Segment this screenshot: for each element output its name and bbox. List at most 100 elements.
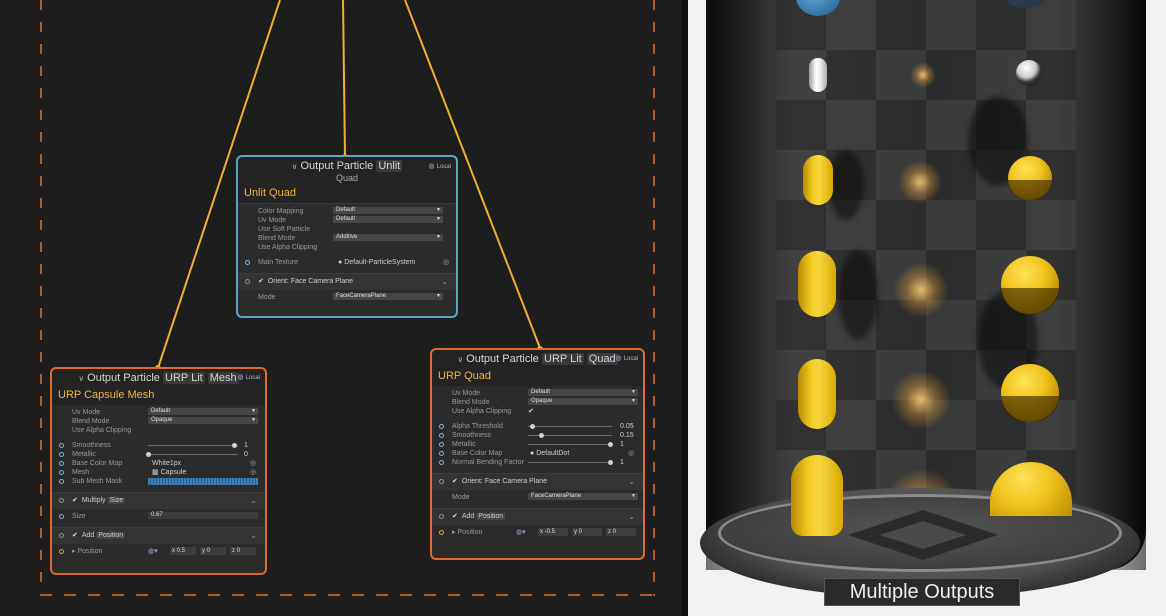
expand-arrow-icon[interactable]: ▸ bbox=[72, 548, 76, 555]
block-enabled-checkbox[interactable]: ✔ bbox=[452, 478, 458, 485]
object-picker-icon[interactable]: ◎ bbox=[250, 459, 256, 468]
position-x-field[interactable]: x 0.5 bbox=[170, 547, 196, 555]
input-port-icon[interactable] bbox=[439, 530, 444, 535]
alpha-threshold-slider[interactable] bbox=[528, 424, 612, 429]
space-dropdown-icon[interactable]: ◍▾ bbox=[148, 547, 158, 556]
block-port-icon[interactable] bbox=[245, 279, 250, 284]
block-orient[interactable]: ✔ Orient: Face Camera Plane ⌄ Mode FaceCam… bbox=[238, 273, 456, 305]
metallic-value[interactable]: 1 bbox=[620, 440, 624, 449]
node-name[interactable]: Unlit Quad bbox=[238, 185, 456, 204]
block-port-icon[interactable] bbox=[439, 479, 444, 484]
base-color-map-field[interactable]: ● DefaultDot bbox=[530, 449, 569, 458]
blend-mode-dropdown[interactable]: Opaque ▼ bbox=[528, 398, 638, 405]
collapse-chevron-icon[interactable]: ∨ bbox=[457, 355, 463, 364]
output-node-unlit-quad[interactable]: ∨ Output Particle Unlit Quad ◍ Local Unlit… bbox=[236, 155, 458, 318]
node-header[interactable]: ∨ Output Particle Unlit Quad ◍ Local bbox=[238, 157, 456, 185]
block-port-icon[interactable] bbox=[59, 498, 64, 503]
collapse-chevron-icon[interactable]: ∨ bbox=[292, 162, 298, 171]
node-name[interactable]: URP Quad bbox=[432, 368, 643, 386]
input-port-icon[interactable] bbox=[59, 452, 64, 457]
position-y-field[interactable]: y 0 bbox=[572, 528, 602, 536]
base-color-map-field[interactable]: White1px bbox=[152, 459, 181, 468]
block-enabled-checkbox[interactable]: ✔ bbox=[72, 532, 78, 539]
vfx-graph-canvas[interactable]: ∨ Output Particle Unlit Quad ◍ Local Unlit… bbox=[0, 0, 688, 616]
color-mapping-dropdown[interactable]: Default ▼ bbox=[333, 207, 443, 214]
expand-chevron-icon[interactable]: ⌄ bbox=[250, 493, 257, 509]
sphere-particle bbox=[1008, 156, 1052, 200]
block-enabled-checkbox[interactable]: ✔ bbox=[452, 513, 458, 520]
position-z-field[interactable]: z 0 bbox=[230, 547, 256, 555]
block-add-position[interactable]: ✔ Add Position ⌄ ▸ Position ◍▾ x -0.5 y 0 … bbox=[432, 508, 643, 541]
block-orient[interactable]: ✔ Orient: Face Camera Plane ⌄ Mode FaceCam… bbox=[432, 473, 643, 505]
input-port-icon[interactable] bbox=[59, 549, 64, 554]
input-port-icon[interactable] bbox=[59, 443, 64, 448]
block-multiply-size[interactable]: ✔ Multiply Size ⌄ Size 0.67 bbox=[52, 492, 265, 524]
setting-alpha-clipping[interactable]: Use Alpha Clipping bbox=[238, 243, 456, 252]
block-enabled-checkbox[interactable]: ✔ bbox=[72, 497, 78, 504]
output-node-urp-quad[interactable]: ∨ Output Particle URP Lit Quad ◍ Local URP… bbox=[430, 348, 645, 560]
orient-mode-dropdown[interactable]: FaceCameraPlane ▼ bbox=[528, 493, 638, 500]
space-toggle[interactable]: ◍ Local bbox=[616, 354, 638, 362]
alpha-clipping-checkbox[interactable]: ✔ bbox=[528, 407, 534, 416]
setting-blend-mode: Blend Mode Opaque ▼ bbox=[72, 417, 258, 425]
input-port-icon[interactable] bbox=[245, 260, 250, 265]
block-port-icon[interactable] bbox=[59, 533, 64, 538]
collapse-chevron-icon[interactable]: ∨ bbox=[78, 374, 84, 383]
block-port-icon[interactable] bbox=[439, 514, 444, 519]
block-enabled-checkbox[interactable]: ✔ bbox=[258, 278, 264, 285]
uv-mode-dropdown[interactable]: Default ▼ bbox=[333, 216, 443, 223]
uv-mode-dropdown[interactable]: Default ▼ bbox=[148, 408, 258, 415]
block-add-position[interactable]: ✔ Add Position ⌄ ▸ Position ◍▾ x 0.5 y 0 z… bbox=[52, 527, 265, 560]
smoothness-value[interactable]: 1 bbox=[244, 441, 248, 450]
space-toggle[interactable]: ◍ Local bbox=[238, 373, 260, 381]
space-toggle[interactable]: ◍ Local bbox=[429, 162, 451, 170]
position-x-field[interactable]: x -0.5 bbox=[538, 528, 568, 536]
setting-alpha-clipping[interactable]: Use Alpha Clipping bbox=[52, 426, 265, 435]
glow-particle bbox=[893, 262, 949, 318]
object-picker-icon[interactable]: ◎ bbox=[250, 468, 256, 477]
input-port-icon[interactable] bbox=[59, 461, 64, 466]
input-port-icon[interactable] bbox=[439, 460, 444, 465]
main-texture-field[interactable]: ● Default-ParticleSystem bbox=[338, 258, 415, 267]
uv-mode-dropdown[interactable]: Default ▼ bbox=[528, 389, 638, 396]
input-port-icon[interactable] bbox=[439, 451, 444, 456]
sub-mesh-mask-bits[interactable] bbox=[148, 478, 258, 485]
space-dropdown-icon[interactable]: ◍▾ bbox=[516, 528, 526, 537]
position-z-field[interactable]: z 0 bbox=[606, 528, 636, 536]
node-header[interactable]: ∨ Output Particle URP Lit Mesh ◍ Local bbox=[52, 369, 265, 387]
size-field[interactable]: 0.67 bbox=[148, 512, 258, 519]
node-name[interactable]: URP Capsule Mesh bbox=[52, 387, 265, 405]
expand-chevron-icon[interactable]: ⌄ bbox=[628, 509, 635, 525]
input-port-icon[interactable] bbox=[439, 433, 444, 438]
normal-bending-slider[interactable] bbox=[528, 460, 613, 465]
node-header[interactable]: ∨ Output Particle URP Lit Quad ◍ Local bbox=[432, 350, 643, 368]
blend-mode-dropdown[interactable]: Additive ▼ bbox=[333, 234, 443, 241]
blend-mode-dropdown[interactable]: Opaque ▼ bbox=[148, 417, 258, 424]
input-port-icon[interactable] bbox=[439, 424, 444, 429]
alpha-threshold-value[interactable]: 0.05 bbox=[620, 422, 634, 431]
mesh-field[interactable]: ▦ Capsule bbox=[152, 468, 186, 477]
scene-viewport[interactable]: Multiple Outputs bbox=[688, 0, 1166, 616]
object-picker-icon[interactable]: ◎ bbox=[628, 449, 634, 458]
smoothness-slider[interactable] bbox=[148, 443, 238, 448]
metallic-slider[interactable] bbox=[146, 452, 238, 457]
expand-arrow-icon[interactable]: ▸ bbox=[452, 529, 456, 536]
expand-chevron-icon[interactable]: ⌄ bbox=[628, 474, 635, 490]
input-sub-mesh-mask: Sub Mesh Mask bbox=[52, 477, 265, 486]
expand-chevron-icon[interactable]: ⌄ bbox=[441, 274, 448, 290]
normal-bending-value[interactable]: 1 bbox=[620, 458, 624, 467]
output-node-urp-capsule-mesh[interactable]: ∨ Output Particle URP Lit Mesh ◍ Local URP… bbox=[50, 367, 267, 575]
metallic-value[interactable]: 0 bbox=[244, 450, 248, 459]
setting-soft-particle[interactable]: Use Soft Particle bbox=[238, 225, 456, 234]
orient-mode-dropdown[interactable]: FaceCameraPlane ▼ bbox=[333, 293, 443, 300]
metallic-slider[interactable] bbox=[528, 442, 613, 447]
input-port-icon[interactable] bbox=[59, 470, 64, 475]
object-picker-icon[interactable]: ◎ bbox=[443, 258, 449, 267]
smoothness-value[interactable]: 0.15 bbox=[620, 431, 634, 440]
input-port-icon[interactable] bbox=[59, 479, 64, 484]
input-port-icon[interactable] bbox=[439, 442, 444, 447]
expand-chevron-icon[interactable]: ⌄ bbox=[250, 528, 257, 544]
position-y-field[interactable]: y 0 bbox=[200, 547, 226, 555]
smoothness-slider[interactable] bbox=[528, 433, 612, 438]
input-port-icon[interactable] bbox=[59, 514, 64, 519]
